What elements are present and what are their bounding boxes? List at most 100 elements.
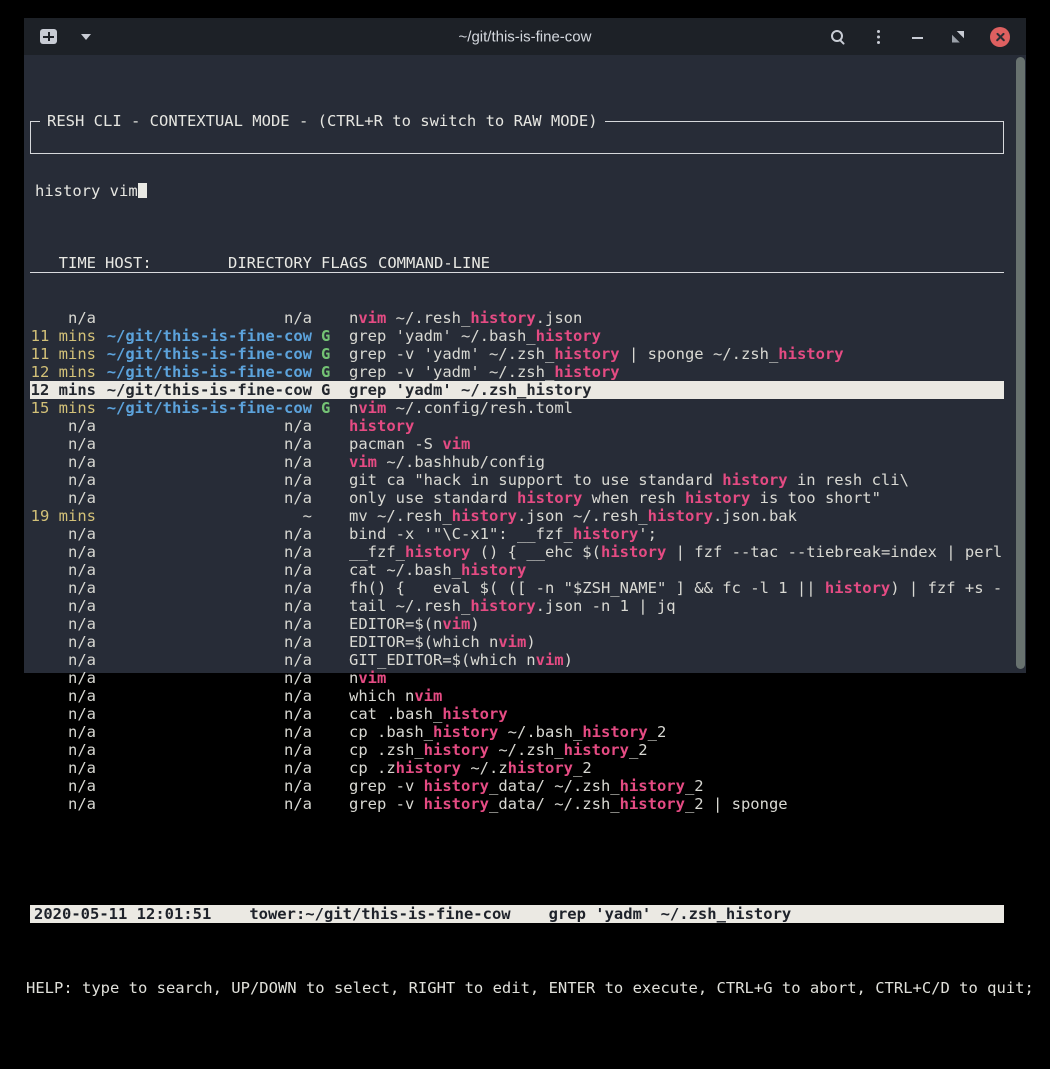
- flags-cell: [321, 633, 330, 651]
- time-cell: n/a: [30, 705, 96, 723]
- terminal-window: ~/git/this-is-fine-cow RESH CLI - CONTEX…: [24, 18, 1026, 673]
- time-cell: 19 mins: [30, 507, 96, 525]
- command-cell: cp .zsh_history ~/.zsh_history_2: [349, 741, 1004, 759]
- command-cell: nvim ~/.resh_history.json: [349, 309, 1004, 327]
- command-cell: EDITOR=$(nvim): [349, 615, 1004, 633]
- history-row[interactable]: n/a n/a nvim ~/.resh_history.json: [30, 309, 1004, 327]
- time-cell: n/a: [30, 759, 96, 777]
- flags-cell: [321, 507, 330, 525]
- time-cell: n/a: [30, 561, 96, 579]
- minimize-icon[interactable]: [910, 29, 926, 45]
- history-row[interactable]: 15 mins~/git/this-is-fine-cowGnvim ~/.co…: [30, 399, 1004, 417]
- flags-cell: G: [321, 327, 330, 345]
- directory-cell: n/a: [105, 471, 312, 489]
- history-row[interactable]: 19 mins~mv ~/.resh_history.json ~/.resh_…: [30, 507, 1004, 525]
- history-row[interactable]: n/an/acat .bash_history: [30, 705, 1004, 723]
- directory-cell: ~/git/this-is-fine-cow: [105, 381, 312, 399]
- resh-mode-title: RESH CLI - CONTEXTUAL MODE - (CTRL+R to …: [40, 112, 605, 130]
- text-cursor: [138, 183, 147, 198]
- history-row[interactable]: n/an/aEDITOR=$(nvim): [30, 615, 1004, 633]
- history-row[interactable]: n/an/apacman -S vim: [30, 435, 1004, 453]
- history-row[interactable]: n/an/afh() { eval $( ([ -n "$ZSH_NAME" ]…: [30, 579, 1004, 597]
- chevron-down-icon[interactable]: [81, 34, 91, 40]
- status-bar: 2020-05-11 12:01:51 tower:~/git/this-is-…: [30, 905, 1004, 923]
- command-cell: grep 'yadm' ~/.zsh_history: [349, 381, 1004, 399]
- directory-cell: n/a: [105, 687, 312, 705]
- flags-cell: G: [321, 381, 330, 399]
- history-row[interactable]: n/an/atail ~/.resh_history.json -n 1 | j…: [30, 597, 1004, 615]
- directory-cell: n/a: [105, 309, 312, 327]
- help-line: HELP: type to search, UP/DOWN to select,…: [26, 979, 1006, 997]
- history-row[interactable]: n/an/aEDITOR=$(which nvim): [30, 633, 1004, 651]
- time-cell: n/a: [30, 615, 96, 633]
- flags-cell: [321, 795, 330, 813]
- command-cell: cp .bash_history ~/.bash_history_2: [349, 723, 1004, 741]
- flags-cell: [321, 489, 330, 507]
- history-row[interactable]: n/an/agrep -v history_data/ ~/.zsh_histo…: [30, 777, 1004, 795]
- history-row[interactable]: 11 mins~/git/this-is-fine-cowGgrep -v 'y…: [30, 345, 1004, 363]
- scrollbar[interactable]: [1016, 57, 1025, 669]
- terminal-content: RESH CLI - CONTEXTUAL MODE - (CTRL+R to …: [24, 55, 1026, 673]
- search-input[interactable]: history vim: [31, 176, 1003, 200]
- new-tab-icon[interactable]: [40, 29, 57, 44]
- flags-cell: [321, 579, 330, 597]
- command-cell: cat .bash_history: [349, 705, 1004, 723]
- time-cell: n/a: [30, 651, 96, 669]
- command-cell: grep 'yadm' ~/.bash_history: [349, 327, 1004, 345]
- directory-cell: n/a: [105, 525, 312, 543]
- flags-cell: [321, 615, 330, 633]
- restore-icon[interactable]: [950, 29, 966, 45]
- history-row[interactable]: n/an/awhich nvim: [30, 687, 1004, 705]
- command-cell: nvim ~/.config/resh.toml: [349, 399, 1004, 417]
- time-cell: n/a: [30, 435, 96, 453]
- history-row[interactable]: n/a n/a nvim: [30, 669, 1004, 687]
- history-row[interactable]: n/an/agrep -v history_data/ ~/.zsh_histo…: [30, 795, 1004, 813]
- history-row[interactable]: n/an/agit ca "hack in support to use sta…: [30, 471, 1004, 489]
- time-cell: n/a: [30, 741, 96, 759]
- directory-cell: n/a: [105, 669, 312, 687]
- kebab-menu-icon[interactable]: [870, 29, 886, 45]
- history-row[interactable]: 11 mins ~/git/this-is-fine-cow Ggrep 'yadm…: [30, 327, 1004, 345]
- flags-cell: [321, 543, 330, 561]
- directory-cell: n/a: [105, 651, 312, 669]
- history-row[interactable]: n/an/acp .bash_history ~/.bash_history_2: [30, 723, 1004, 741]
- time-cell: n/a: [30, 669, 96, 687]
- flags-cell: [321, 309, 330, 327]
- history-row[interactable]: n/an/acat ~/.bash_history: [30, 561, 1004, 579]
- time-cell: 11 mins: [30, 327, 96, 345]
- history-row[interactable]: n/an/acp .zsh_history ~/.zsh_history_2: [30, 741, 1004, 759]
- titlebar: ~/git/this-is-fine-cow: [24, 18, 1026, 55]
- search-icon[interactable]: [830, 29, 846, 45]
- command-cell: git ca "hack in support to use standard …: [349, 471, 1004, 489]
- flags-cell: [321, 741, 330, 759]
- history-row[interactable]: n/an/ahistory: [30, 417, 1004, 435]
- time-cell: n/a: [30, 723, 96, 741]
- flags-cell: [321, 723, 330, 741]
- flags-cell: [321, 669, 330, 687]
- command-cell: nvim: [349, 669, 1004, 687]
- close-icon[interactable]: [990, 27, 1010, 47]
- time-cell: 11 mins: [30, 345, 96, 363]
- table-header: TIME HOST:DIRECTORY FLAGS COMMAND-LINE: [30, 254, 1004, 273]
- directory-cell: n/a: [105, 417, 312, 435]
- time-cell: n/a: [30, 687, 96, 705]
- directory-cell: ~/git/this-is-fine-cow: [105, 327, 312, 345]
- history-row[interactable]: n/an/a__fzf_history () { __ehc $(history…: [30, 543, 1004, 561]
- history-row[interactable]: n/an/avim ~/.bashhub/config: [30, 453, 1004, 471]
- history-row[interactable]: n/an/aGIT_EDITOR=$(which nvim): [30, 651, 1004, 669]
- history-row[interactable]: 12 mins~/git/this-is-fine-cowGgrep -v 'y…: [30, 363, 1004, 381]
- history-row[interactable]: n/an/abind -x '"\C-x1": __fzf_history';: [30, 525, 1004, 543]
- directory-cell: ~/git/this-is-fine-cow: [105, 345, 312, 363]
- directory-cell: ~: [105, 507, 312, 525]
- history-row[interactable]: n/an/acp .zhistory ~/.zhistory_2: [30, 759, 1004, 777]
- time-cell: n/a: [30, 309, 96, 327]
- flags-cell: [321, 453, 330, 471]
- time-cell: n/a: [30, 417, 96, 435]
- directory-cell: n/a: [105, 777, 312, 795]
- history-row[interactable]: n/an/aonly use standard history when res…: [30, 489, 1004, 507]
- command-cell: grep -v 'yadm' ~/.zsh_history | sponge ~…: [349, 345, 1004, 363]
- search-box: RESH CLI - CONTEXTUAL MODE - (CTRL+R to …: [30, 121, 1004, 154]
- history-row-selected[interactable]: 12 mins~/git/this-is-fine-cowGgrep 'yadm…: [30, 381, 1004, 399]
- time-cell: n/a: [30, 795, 96, 813]
- directory-cell: n/a: [105, 795, 312, 813]
